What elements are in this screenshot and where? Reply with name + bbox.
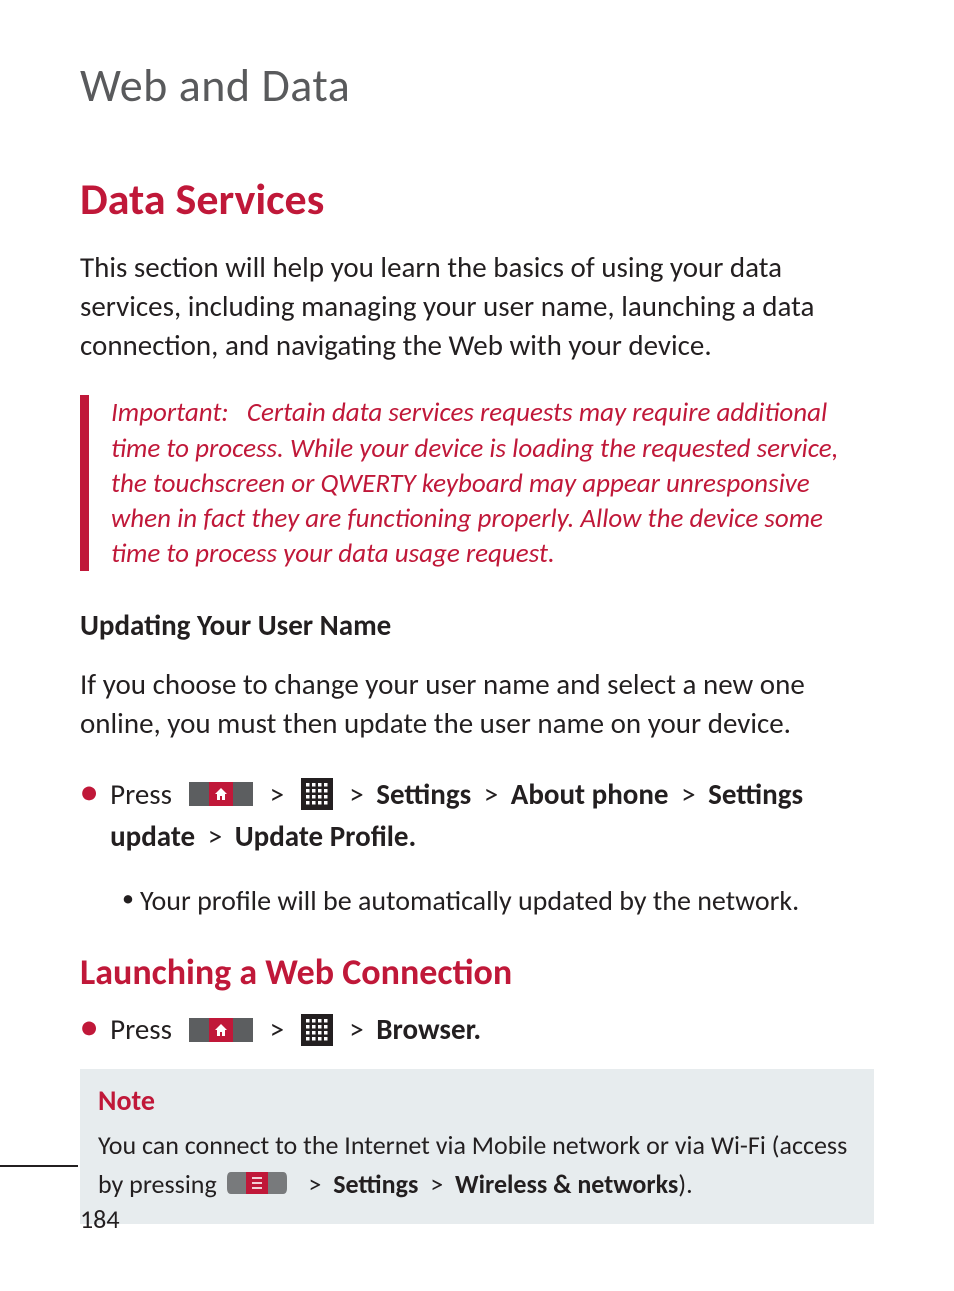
bullet-icon: • [122, 881, 134, 917]
path-about-phone: About phone [511, 776, 669, 812]
path-update-profile: Update Profile. [235, 818, 416, 854]
chapter-title: Web and Data [80, 58, 874, 114]
separator: > [484, 776, 498, 812]
separator: > [270, 1011, 284, 1047]
subheading-updating-user-name: Updating Your User Name [80, 607, 874, 643]
separator: > [681, 776, 695, 812]
home-key-icon [189, 1016, 253, 1044]
intro-paragraph: This section will help you learn the bas… [80, 248, 874, 365]
thumb-index-line [0, 1165, 78, 1167]
separator: > [270, 776, 284, 812]
substep-text: Your profile will be automatically updat… [140, 881, 799, 920]
page-number: 184 [80, 1203, 120, 1235]
press-label: Press [110, 776, 172, 812]
substep-profile-updated: • Your profile will be automatically upd… [122, 881, 874, 920]
apps-grid-icon [301, 1014, 333, 1046]
apps-grid-icon [301, 778, 333, 810]
section-heading-data-services: Data Services [80, 172, 874, 226]
separator: > [308, 1168, 321, 1200]
path-wireless-networks: Wireless & networks [455, 1168, 678, 1200]
note-title: Note [98, 1083, 856, 1118]
menu-key-icon [227, 1170, 287, 1196]
subheading-launching-web: Launching a Web Connection [80, 950, 874, 994]
section1-body: If you choose to change your user name a… [80, 665, 874, 743]
path-settings: Settings [333, 1168, 418, 1200]
separator: > [349, 776, 363, 812]
step-update-profile: ● Press > > Settings > Abo [80, 773, 874, 857]
press-label: Press [110, 1011, 172, 1047]
important-callout: Important: Certain data services request… [80, 395, 874, 570]
path-browser: Browser. [376, 1011, 481, 1047]
important-label: Important: [111, 396, 229, 429]
home-key-icon [189, 780, 253, 808]
path-settings: Settings [376, 776, 471, 812]
separator: > [430, 1168, 443, 1200]
separator: > [208, 818, 222, 854]
bullet-icon: ● [80, 773, 98, 812]
separator: > [349, 1011, 363, 1047]
step-launch-browser: ● Press > > Browser. [80, 1008, 874, 1050]
note-tail: ). [678, 1168, 692, 1200]
bullet-icon: ● [80, 1008, 98, 1047]
note-callout: Note You can connect to the Internet via… [80, 1069, 874, 1224]
